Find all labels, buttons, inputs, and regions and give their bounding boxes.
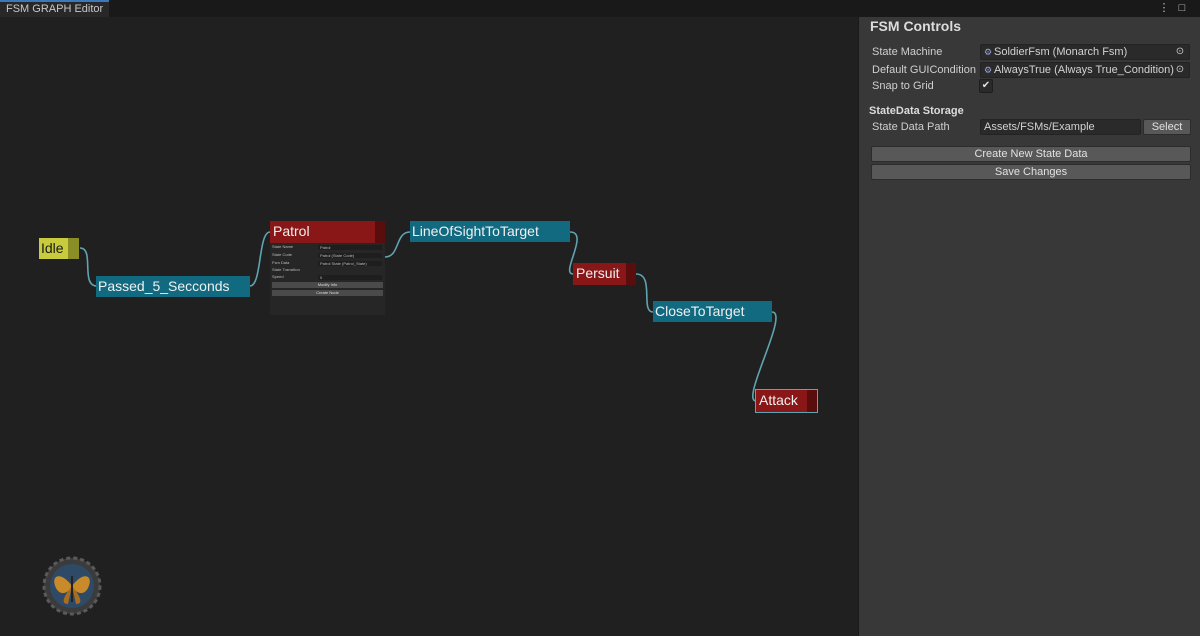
transition-node-close-to-target[interactable]: CloseToTarget [653, 301, 772, 322]
state-name-field[interactable]: Patrol [318, 245, 382, 250]
kebab-menu-icon[interactable]: ⋮ [1157, 1, 1171, 16]
state-node-persuit[interactable]: Persuit [573, 263, 636, 285]
state-machine-value: SoldierFsm (Monarch Fsm) [994, 46, 1128, 58]
state-node-label: Patrol [273, 223, 310, 239]
node-port[interactable] [375, 221, 385, 243]
snap-to-grid-label: Snap to Grid [872, 80, 934, 92]
state-node-label: Attack [759, 392, 798, 408]
state-node-patrol[interactable]: Patrol [270, 221, 385, 243]
fsm-data-label: Fsm Data [272, 260, 290, 265]
state-name-label: State Name [272, 244, 294, 249]
select-button[interactable]: Select [1143, 119, 1191, 135]
speed-field[interactable]: 0 [318, 275, 382, 280]
node-port[interactable] [626, 263, 636, 285]
state-node-label: Idle [41, 240, 64, 256]
link-idle-passed [79, 247, 98, 287]
default-condition-field[interactable]: ⚙ AlwaysTrue (Always True_Condition) ⊙ [980, 62, 1190, 78]
state-data-path-label: State Data Path [872, 121, 950, 133]
object-picker-icon[interactable]: ⊙ [1174, 46, 1186, 58]
monarch-logo-icon [42, 556, 102, 616]
transition-node-passed-5-secconds[interactable]: Passed_5_Secconds [96, 276, 250, 297]
state-code-field[interactable]: Patrol (State Code) [318, 253, 382, 258]
default-condition-label: Default GUICondition [872, 64, 976, 76]
state-node-attack[interactable]: Attack [755, 389, 818, 413]
modify-info-button[interactable]: Modify Info [272, 282, 383, 288]
object-icon: ⚙ [984, 65, 993, 75]
create-node-button[interactable]: Create Node [272, 290, 383, 296]
editor-tab[interactable]: FSM GRAPH Editor [0, 0, 110, 17]
patrol-inspector: State Name Patrol State Code Patrol (Sta… [270, 243, 385, 315]
speed-label: Speed [272, 274, 284, 279]
state-node-label: Persuit [576, 265, 620, 281]
transition-node-label: Passed_5_Secconds [98, 278, 230, 294]
storage-section-title: StateData Storage [869, 105, 964, 117]
save-changes-button[interactable]: Save Changes [871, 164, 1191, 180]
link-persuit-close [635, 273, 654, 313]
link-patrol-los [384, 231, 411, 258]
link-close-attack [752, 311, 777, 402]
link-passed-patrol [249, 231, 271, 287]
default-condition-value: AlwaysTrue (Always True_Condition) [994, 64, 1174, 76]
object-picker-icon[interactable]: ⊙ [1174, 64, 1186, 76]
panel-title: FSM Controls [870, 18, 961, 34]
node-port[interactable] [807, 390, 817, 412]
window-title-bar: FSM GRAPH Editor ⋮ □ [0, 0, 1200, 17]
transition-node-label: LineOfSightToTarget [412, 223, 539, 239]
snap-to-grid-checkbox[interactable]: ✔ [979, 79, 993, 93]
fsm-data-field[interactable]: Patrol State (Patrol_State) [318, 261, 382, 266]
state-node-idle[interactable]: Idle [39, 238, 79, 259]
create-new-state-data-button[interactable]: Create New State Data [871, 146, 1191, 162]
fsm-graph-canvas[interactable]: Idle Passed_5_Secconds Patrol State Name… [0, 17, 858, 636]
transition-node-label: CloseToTarget [655, 303, 745, 319]
fsm-controls-panel: FSM Controls State Machine ⚙ SoldierFsm (… [858, 17, 1200, 636]
maximize-icon[interactable]: □ [1175, 1, 1189, 16]
state-transition-label: State Transition [272, 267, 300, 272]
state-machine-field[interactable]: ⚙ SoldierFsm (Monarch Fsm) ⊙ [980, 44, 1190, 60]
transition-node-line-of-sight[interactable]: LineOfSightToTarget [410, 221, 570, 242]
node-port[interactable] [68, 238, 79, 259]
state-machine-label: State Machine [872, 46, 943, 58]
object-icon: ⚙ [984, 47, 993, 57]
state-data-path-input[interactable]: Assets/FSMs/Example [980, 119, 1141, 135]
state-code-label: State Code [272, 252, 293, 257]
transition-links [79, 231, 777, 402]
